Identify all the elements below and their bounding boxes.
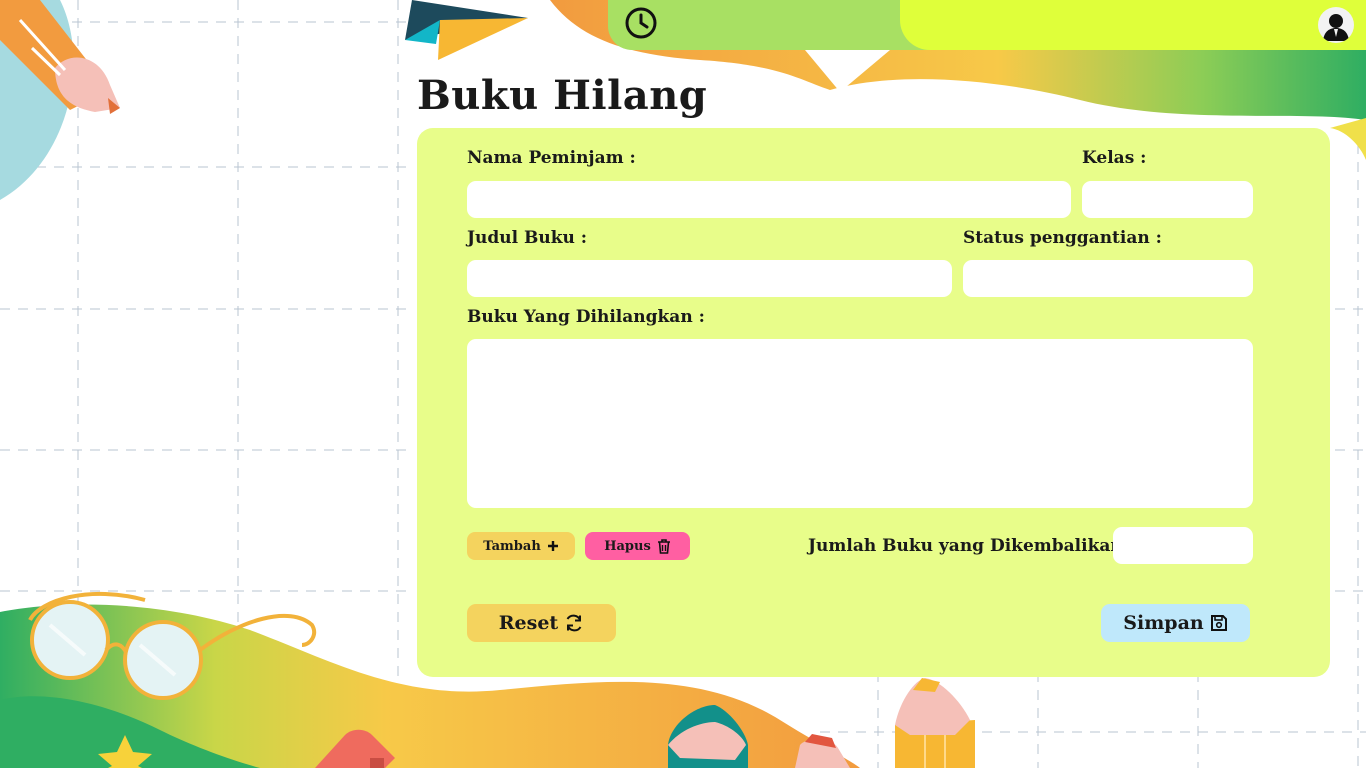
nama-peminjam-input[interactable]	[467, 181, 1071, 218]
status-penggantian-input[interactable]	[963, 260, 1253, 297]
plus-icon	[547, 540, 559, 552]
refresh-icon	[564, 613, 584, 633]
form-card: Nama Peminjam : Kelas : Judul Buku : Sta…	[417, 128, 1330, 677]
clock-icon[interactable]	[624, 6, 658, 40]
status-penggantian-label: Status penggantian :	[963, 228, 1162, 248]
pencil-decoration-bottom	[668, 678, 975, 768]
tambah-label: Tambah	[483, 538, 541, 554]
save-icon	[1210, 614, 1228, 632]
user-avatar-icon[interactable]	[1318, 7, 1354, 43]
hapus-button[interactable]: Hapus	[585, 532, 690, 560]
trash-icon	[657, 538, 671, 554]
buku-dihilangkan-label: Buku Yang Dihilangkan :	[467, 307, 705, 327]
judul-buku-label: Judul Buku :	[467, 228, 588, 248]
nama-peminjam-label: Nama Peminjam :	[467, 148, 636, 168]
jumlah-label: Jumlah Buku yang Dikembalikan :	[808, 536, 1135, 556]
judul-buku-input[interactable]	[467, 260, 952, 297]
tambah-button[interactable]: Tambah	[467, 532, 575, 560]
simpan-label: Simpan	[1123, 612, 1204, 634]
kelas-label: Kelas :	[1082, 148, 1147, 168]
paper-plane-decoration	[405, 0, 528, 60]
page-title: Buku Hilang	[417, 72, 708, 119]
buku-dihilangkan-textarea[interactable]	[467, 339, 1253, 508]
reset-button[interactable]: Reset	[467, 604, 616, 642]
topbar-right	[900, 0, 1366, 50]
kelas-input[interactable]	[1082, 181, 1253, 218]
jumlah-input[interactable]	[1113, 527, 1253, 564]
hapus-label: Hapus	[604, 538, 651, 554]
simpan-button[interactable]: Simpan	[1101, 604, 1250, 642]
reset-label: Reset	[498, 612, 559, 634]
